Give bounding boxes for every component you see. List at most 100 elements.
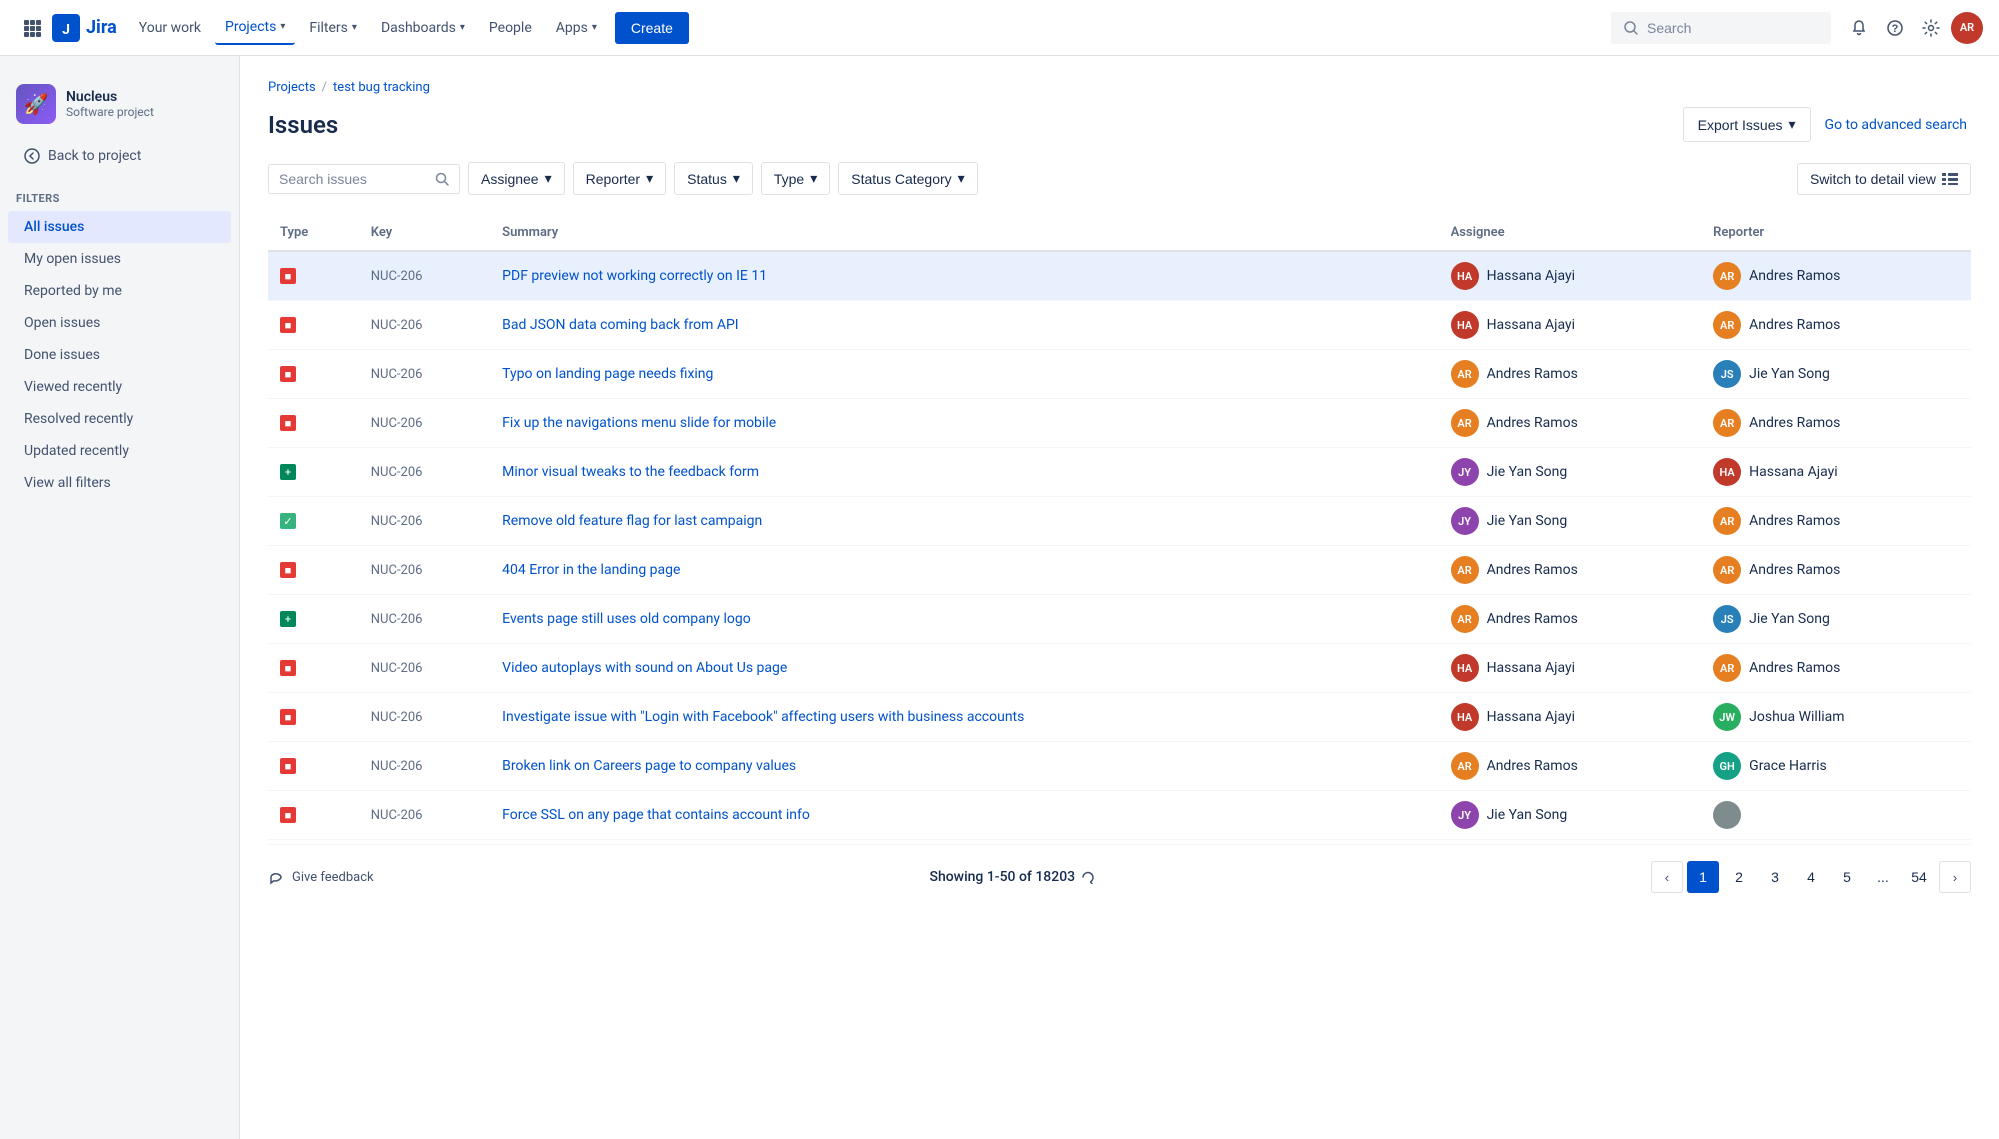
- issue-summary[interactable]: Broken link on Careers page to company v…: [502, 758, 796, 774]
- jira-logo[interactable]: J Jira: [52, 14, 117, 42]
- sidebar-item-updated-recently[interactable]: Updated recently: [8, 435, 231, 467]
- back-icon: [24, 148, 40, 164]
- prev-page-button[interactable]: ‹: [1651, 861, 1683, 893]
- notifications-button[interactable]: [1843, 12, 1875, 44]
- nav-projects[interactable]: Projects ▾: [215, 11, 295, 45]
- sidebar-item-done-issues[interactable]: Done issues: [8, 339, 231, 371]
- search-issues-wrap[interactable]: [268, 164, 460, 194]
- col-key[interactable]: Key: [359, 215, 490, 251]
- col-assignee[interactable]: Assignee: [1439, 215, 1702, 251]
- nav-your-work[interactable]: Your work: [129, 12, 211, 44]
- sidebar-item-my-open-issues[interactable]: My open issues: [8, 243, 231, 275]
- issue-summary[interactable]: Investigate issue with "Login with Faceb…: [502, 709, 1024, 725]
- page-header: Issues Export Issues ▾ Go to advanced se…: [268, 107, 1971, 142]
- back-to-project-button[interactable]: Back to project: [8, 140, 231, 172]
- table-row[interactable]: ■ NUC-206 Broken link on Careers page to…: [268, 742, 1971, 791]
- issues-table: Type Key Summary Assignee Reporter ■ NUC…: [268, 215, 1971, 840]
- issue-summary[interactable]: Remove old feature flag for last campaig…: [502, 513, 762, 529]
- next-page-button[interactable]: ›: [1939, 861, 1971, 893]
- issue-summary[interactable]: Fix up the navigations menu slide for mo…: [502, 415, 776, 431]
- issue-summary[interactable]: Bad JSON data coming back from API: [502, 317, 738, 333]
- issue-type-icon: ■: [280, 268, 296, 284]
- switch-detail-view-button[interactable]: Switch to detail view: [1797, 163, 1971, 195]
- col-summary[interactable]: Summary: [490, 215, 1438, 251]
- issue-type-icon: +: [280, 464, 296, 480]
- nav-dashboards[interactable]: Dashboards ▾: [371, 12, 475, 44]
- nav-filters[interactable]: Filters ▾: [299, 12, 367, 44]
- reporter-name: Andres Ramos: [1749, 513, 1840, 529]
- table-row[interactable]: + NUC-206 Events page still uses old com…: [268, 595, 1971, 644]
- sidebar-item-reported-by-me[interactable]: Reported by me: [8, 275, 231, 307]
- table-row[interactable]: ✓ NUC-206 Remove old feature flag for la…: [268, 497, 1971, 546]
- type-filter[interactable]: Type ▾: [761, 162, 830, 195]
- page-last-button[interactable]: 54: [1903, 861, 1935, 893]
- reporter-filter[interactable]: Reporter ▾: [573, 162, 667, 195]
- grid-icon[interactable]: [16, 12, 48, 44]
- page-3-button[interactable]: 3: [1759, 861, 1791, 893]
- issue-summary[interactable]: Video autoplays with sound on About Us p…: [502, 660, 787, 676]
- page-4-button[interactable]: 4: [1795, 861, 1827, 893]
- sidebar-item-view-all-filters[interactable]: View all filters: [8, 467, 231, 499]
- issue-summary[interactable]: Force SSL on any page that contains acco…: [502, 807, 810, 823]
- sidebar-item-resolved-recently[interactable]: Resolved recently: [8, 403, 231, 435]
- status-filter[interactable]: Status ▾: [674, 162, 753, 195]
- create-button[interactable]: Create: [615, 12, 689, 44]
- status-chevron-icon: ▾: [733, 170, 740, 187]
- table-row[interactable]: + NUC-206 Minor visual tweaks to the fee…: [268, 448, 1971, 497]
- page-1-button[interactable]: 1: [1687, 861, 1719, 893]
- assignee-filter[interactable]: Assignee ▾: [468, 162, 565, 195]
- nav-people[interactable]: People: [479, 12, 542, 44]
- reporter-avatar: JS: [1713, 360, 1741, 388]
- issue-summary[interactable]: 404 Error in the landing page: [502, 562, 680, 578]
- issue-key: NUC-206: [371, 612, 423, 627]
- table-row[interactable]: ■ NUC-206 Bad JSON data coming back from…: [268, 301, 1971, 350]
- issue-type-icon: ■: [280, 660, 296, 676]
- sidebar-project: 🚀 Nucleus Software project: [0, 72, 239, 140]
- issue-summary[interactable]: PDF preview not working correctly on IE …: [502, 268, 767, 284]
- table-row[interactable]: ■ NUC-206 Typo on landing page needs fix…: [268, 350, 1971, 399]
- col-type[interactable]: Type: [268, 215, 359, 251]
- reporter-avatar: AR: [1713, 311, 1741, 339]
- issue-summary[interactable]: Typo on landing page needs fixing: [502, 366, 713, 382]
- table-row[interactable]: ■ NUC-206 Video autoplays with sound on …: [268, 644, 1971, 693]
- settings-button[interactable]: [1915, 12, 1947, 44]
- sidebar-item-all-issues[interactable]: All issues: [8, 211, 231, 243]
- search-issues-input[interactable]: [279, 171, 429, 187]
- page-5-button[interactable]: 5: [1831, 861, 1863, 893]
- table-row[interactable]: ■ NUC-206 Fix up the navigations menu sl…: [268, 399, 1971, 448]
- sidebar-item-viewed-recently[interactable]: Viewed recently: [8, 371, 231, 403]
- reporter-avatar: AR: [1713, 262, 1741, 290]
- reporter-avatar: AR: [1713, 654, 1741, 682]
- table-row[interactable]: ■ NUC-206 Investigate issue with "Login …: [268, 693, 1971, 742]
- search-input[interactable]: [1647, 20, 1807, 36]
- user-avatar[interactable]: AR: [1951, 12, 1983, 44]
- export-issues-button[interactable]: Export Issues ▾: [1683, 107, 1811, 142]
- sidebar-section-title: Filters: [0, 180, 239, 211]
- issue-summary[interactable]: Minor visual tweaks to the feedback form: [502, 464, 759, 480]
- nav-search[interactable]: [1611, 12, 1831, 44]
- reporter-name: Andres Ramos: [1749, 415, 1840, 431]
- nav-apps[interactable]: Apps ▾: [546, 12, 607, 44]
- sidebar-item-open-issues[interactable]: Open issues: [8, 307, 231, 339]
- reporter-name: Joshua William: [1749, 709, 1844, 725]
- table-row[interactable]: ■ NUC-206 404 Error in the landing page …: [268, 546, 1971, 595]
- status-category-filter[interactable]: Status Category ▾: [838, 162, 977, 195]
- reporter-avatar: JS: [1713, 605, 1741, 633]
- help-button[interactable]: ?: [1879, 12, 1911, 44]
- breadcrumb-project-name[interactable]: test bug tracking: [333, 80, 430, 95]
- table-row[interactable]: ■ NUC-206 Force SSL on any page that con…: [268, 791, 1971, 840]
- page-2-button[interactable]: 2: [1723, 861, 1755, 893]
- feedback-button[interactable]: Give feedback: [268, 869, 374, 885]
- assignee-avatar: AR: [1451, 360, 1479, 388]
- assignee-name: Jie Yan Song: [1487, 513, 1568, 529]
- issue-key: NUC-206: [371, 269, 423, 284]
- issue-summary[interactable]: Events page still uses old company logo: [502, 611, 751, 627]
- breadcrumb-projects[interactable]: Projects: [268, 80, 316, 95]
- page-title: Issues: [268, 111, 338, 139]
- table-row[interactable]: ■ NUC-206 PDF preview not working correc…: [268, 251, 1971, 301]
- assignee-name: Andres Ramos: [1487, 366, 1578, 382]
- advanced-search-button[interactable]: Go to advanced search: [1821, 109, 1971, 141]
- assignee-name: Hassana Ajayi: [1487, 317, 1576, 333]
- reporter-chevron-icon: ▾: [646, 170, 653, 187]
- col-reporter[interactable]: Reporter: [1701, 215, 1971, 251]
